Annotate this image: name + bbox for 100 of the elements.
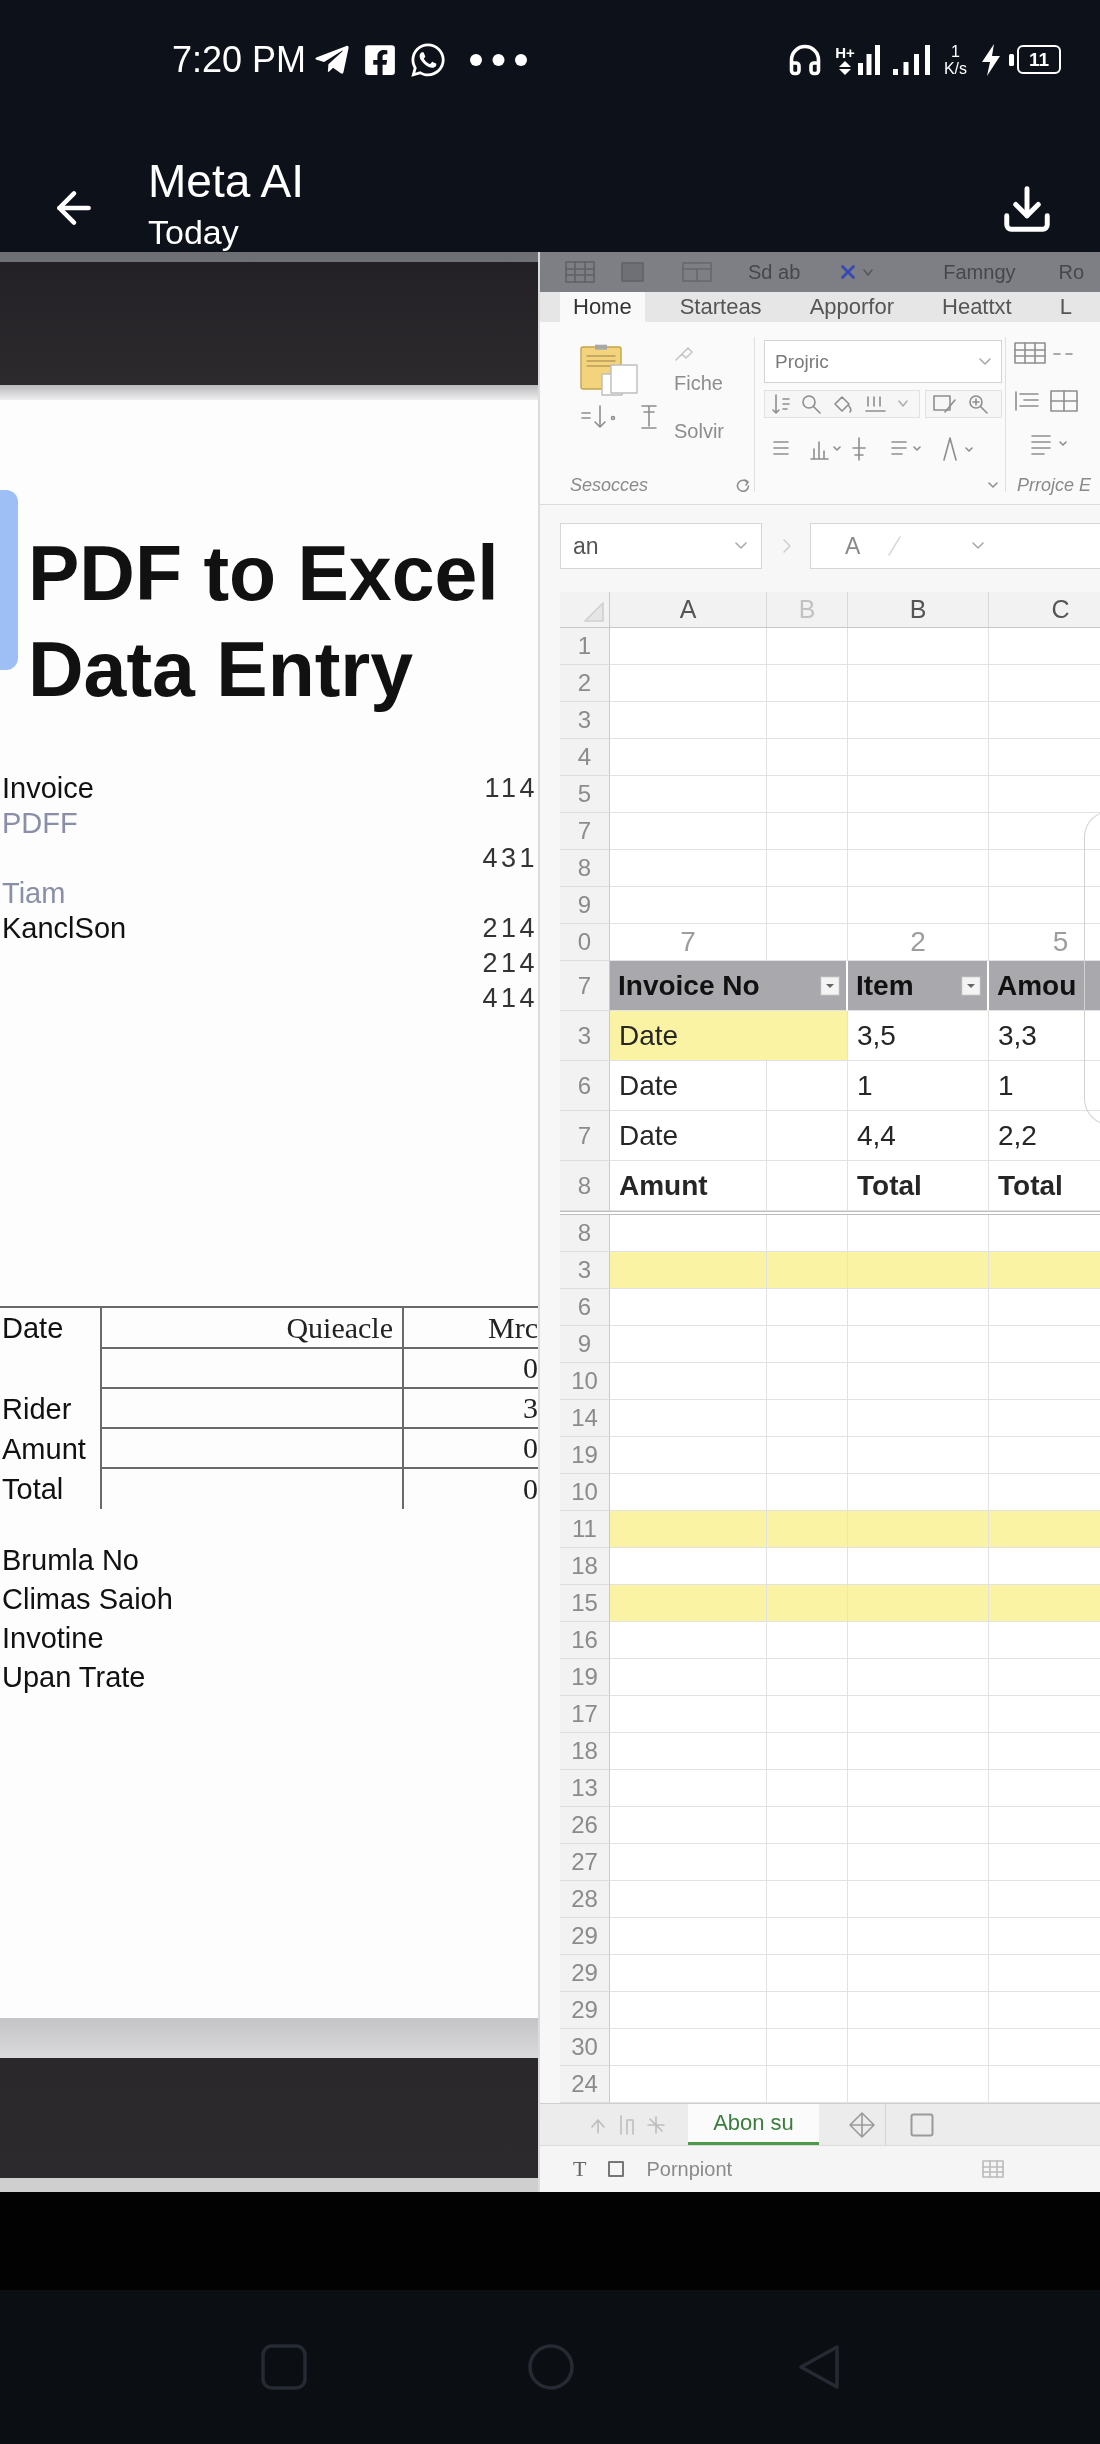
row-number[interactable]: 29 — [560, 1955, 610, 1992]
empty-cell[interactable] — [767, 702, 848, 739]
empty-cell[interactable] — [848, 1770, 989, 1807]
empty-cell[interactable] — [848, 850, 989, 887]
empty-cell[interactable] — [848, 813, 989, 850]
name-box-field[interactable]: an — [560, 523, 762, 569]
indent-icon[interactable] — [1014, 390, 1040, 412]
row-number[interactable]: 29 — [560, 1992, 610, 2029]
row-number[interactable]: 9 — [560, 1326, 610, 1363]
table-cell[interactable]: Total — [848, 1161, 989, 1211]
caret-icon[interactable] — [898, 400, 908, 408]
empty-cell[interactable] — [767, 665, 848, 702]
empty-cell[interactable] — [848, 1881, 989, 1918]
chevron-icon[interactable] — [782, 538, 792, 554]
formula-field[interactable]: A — [810, 523, 1100, 569]
square-icon[interactable] — [910, 2112, 934, 2137]
empty-cell[interactable] — [848, 702, 989, 739]
row-number[interactable]: 0 — [560, 924, 610, 961]
empty-cell[interactable] — [767, 1918, 848, 1955]
empty-cell[interactable] — [848, 1289, 989, 1326]
row-number[interactable]: 3 — [560, 1252, 610, 1289]
row-number[interactable]: 7 — [560, 1111, 610, 1161]
caret-icon[interactable] — [735, 542, 747, 550]
empty-cell[interactable] — [767, 1696, 848, 1733]
empty-cell[interactable] — [767, 1992, 848, 2029]
empty-cell[interactable] — [767, 1733, 848, 1770]
table-cell[interactable]: 3,5 — [848, 1011, 989, 1061]
empty-cell[interactable] — [848, 1659, 989, 1696]
empty-cell[interactable] — [767, 1326, 848, 1363]
asterisk-icon[interactable] — [646, 2114, 666, 2135]
table-cell[interactable]: Amunt — [610, 1161, 767, 1211]
empty-cell[interactable] — [767, 1844, 848, 1881]
toolbar-label[interactable]: Ro — [1058, 260, 1085, 284]
circular-arrow-icon[interactable] — [736, 478, 751, 492]
font-name-field[interactable]: Projric — [764, 340, 1002, 383]
empty-cell[interactable] — [767, 850, 848, 887]
empty-cell[interactable] — [767, 2029, 848, 2066]
empty-cell[interactable] — [848, 1363, 989, 1400]
row-number[interactable]: 30 — [560, 2029, 610, 2066]
row-number[interactable]: 18 — [560, 1548, 610, 1585]
header-cell[interactable]: Amou — [989, 961, 1100, 1011]
ribbon-tab[interactable]: L — [1046, 292, 1085, 322]
empty-cell[interactable] — [767, 887, 848, 924]
row-number[interactable]: 4 — [560, 739, 610, 776]
empty-cell[interactable] — [767, 1881, 848, 1918]
row-number[interactable]: 6 — [560, 1289, 610, 1326]
row-number[interactable]: 7 — [560, 961, 610, 1011]
table-cell[interactable]: Date — [610, 1111, 767, 1161]
grid-icon[interactable] — [1050, 390, 1078, 412]
row-number[interactable]: 8 — [560, 1161, 610, 1211]
empty-cell[interactable] — [848, 665, 989, 702]
select-all-icon[interactable] — [583, 601, 605, 623]
table-cell[interactable]: Total — [989, 1161, 1100, 1211]
ribbon-tab[interactable]: Starteas — [666, 292, 775, 322]
empty-cell[interactable] — [848, 1437, 989, 1474]
table-cell[interactable]: 3,3 — [989, 1011, 1100, 1061]
empty-cell[interactable] — [767, 1659, 848, 1696]
column-header[interactable]: A — [610, 592, 767, 627]
row-number[interactable]: 13 — [560, 1770, 610, 1807]
ribbon-tab[interactable]: Heattxt — [929, 292, 1025, 322]
ribbon-tab[interactable]: Apporfor — [796, 292, 907, 322]
caret-icon[interactable] — [972, 542, 985, 550]
row-number[interactable]: 3 — [560, 702, 610, 739]
row-number[interactable]: 11 — [560, 1511, 610, 1548]
header-cell[interactable]: Item — [848, 961, 989, 1011]
empty-cell[interactable] — [848, 1696, 989, 1733]
empty-cell[interactable] — [848, 887, 989, 924]
empty-cell[interactable] — [767, 1363, 848, 1400]
row-number[interactable]: 19 — [560, 1659, 610, 1696]
table-cell[interactable]: 1 — [989, 1061, 1100, 1111]
row-number[interactable]: 27 — [560, 1844, 610, 1881]
empty-cell[interactable] — [767, 1289, 848, 1326]
sheet-tab[interactable]: Abon su — [688, 2104, 819, 2145]
empty-cell[interactable] — [767, 1111, 848, 1161]
empty-cell[interactable] — [848, 2029, 989, 2066]
grid-icon[interactable] — [565, 261, 595, 283]
columns-icon[interactable] — [865, 394, 887, 414]
empty-cell[interactable] — [848, 1918, 989, 1955]
empty-cell[interactable] — [848, 1400, 989, 1437]
grid-icon[interactable] — [982, 2160, 1005, 2178]
empty-cell[interactable] — [767, 813, 848, 850]
row-number[interactable]: 7 — [560, 813, 610, 850]
row-number[interactable]: 3 — [560, 1011, 610, 1061]
row-number[interactable]: 29 — [560, 1918, 610, 1955]
row-number[interactable]: 19 — [560, 1437, 610, 1474]
table-cell[interactable]: 4,4 — [848, 1111, 989, 1161]
row-number[interactable]: 10 — [560, 1363, 610, 1400]
empty-cell[interactable] — [767, 1061, 848, 1111]
empty-cell[interactable] — [767, 1400, 848, 1437]
empty-cell[interactable] — [767, 776, 848, 813]
bucket-icon[interactable] — [832, 394, 854, 414]
row-number[interactable]: 6 — [560, 1061, 610, 1111]
row-number[interactable]: 8 — [560, 850, 610, 887]
columns-icon[interactable] — [618, 2113, 636, 2136]
row-number[interactable]: 14 — [560, 1400, 610, 1437]
zoom-icon[interactable] — [968, 394, 988, 414]
triangle-nav-icon[interactable] — [797, 2343, 841, 2391]
square-nav-icon[interactable] — [260, 2343, 308, 2391]
brush-icon[interactable] — [674, 346, 694, 362]
pencil-icon[interactable] — [886, 535, 903, 557]
